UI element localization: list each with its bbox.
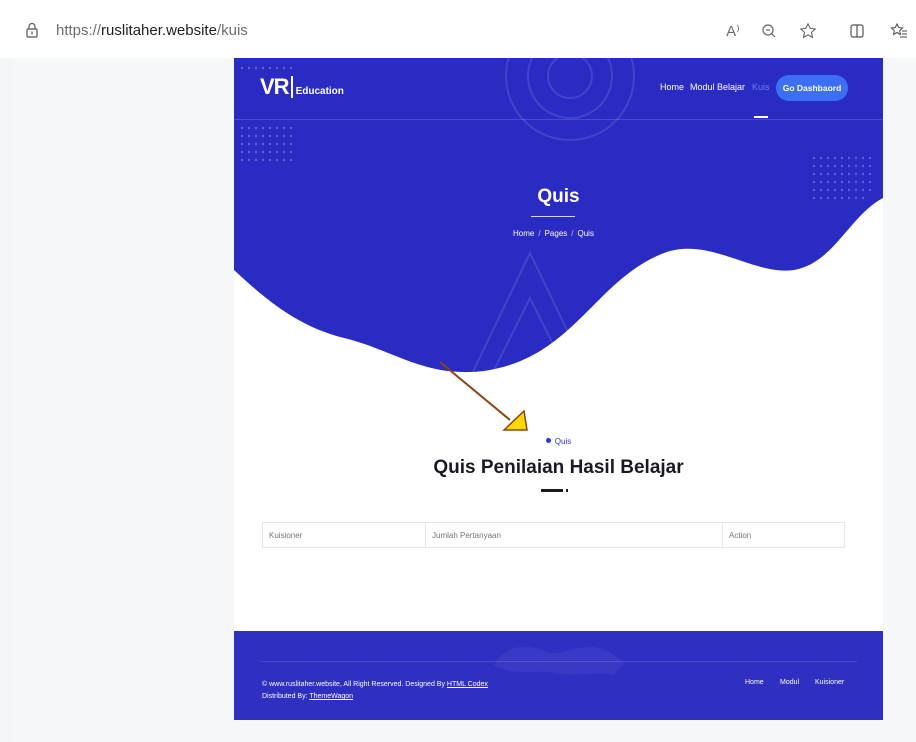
annotation-arrow-icon — [439, 361, 528, 431]
